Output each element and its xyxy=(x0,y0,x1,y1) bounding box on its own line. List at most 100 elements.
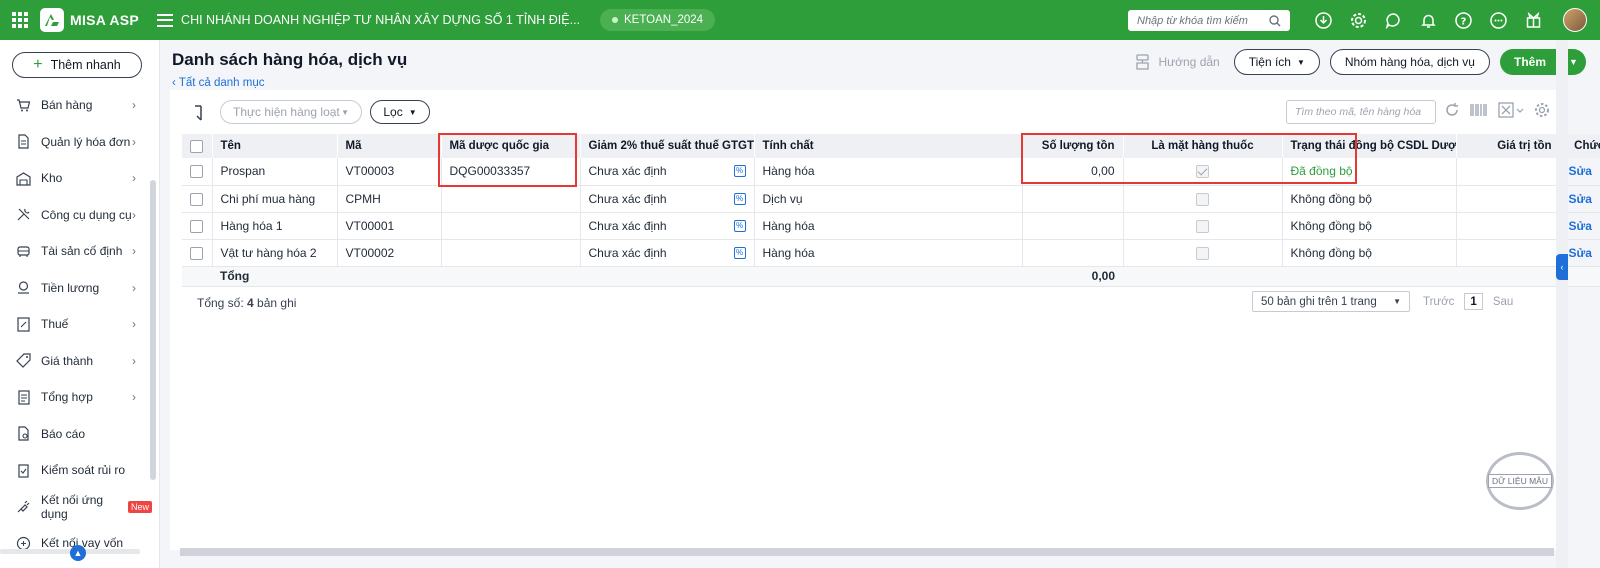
scroll-up-icon[interactable]: ▲ xyxy=(70,545,86,561)
sidebar-item-11[interactable]: Kết nối ứng dụng New xyxy=(0,489,152,526)
row-select-cell xyxy=(182,158,213,186)
quick-add-button[interactable]: + Thêm nhanh xyxy=(12,52,142,78)
total-spacer xyxy=(580,266,754,287)
cell-drug-code xyxy=(441,212,581,240)
sidebar-item-4[interactable]: Tài sản cố định › xyxy=(0,233,152,270)
vat-reduction-value: Chưa xác định xyxy=(588,218,667,233)
edit-link[interactable]: Sửa xyxy=(1569,219,1592,233)
percent-icon[interactable]: % xyxy=(733,219,746,232)
sidebar-item-2[interactable]: Kho › xyxy=(0,160,152,197)
summary-icon xyxy=(16,390,31,405)
table-row[interactable]: Hàng hóa 1 VT00001 Chưa xác định% Hàng hóa K… xyxy=(182,212,1600,240)
cell-is-drug xyxy=(1123,239,1283,267)
filter-button[interactable]: Lọc ▼ xyxy=(370,100,430,124)
next-page-button[interactable]: Sau xyxy=(1493,296,1513,308)
sort-icon[interactable] xyxy=(192,104,208,127)
row-checkbox[interactable] xyxy=(190,192,204,206)
app-logo[interactable]: MISA ASP xyxy=(40,8,139,32)
select-all-checkbox[interactable] xyxy=(190,139,204,153)
user-avatar[interactable] xyxy=(1563,8,1587,32)
grid-search-placeholder: Tìm theo mã, tên hàng hóa xyxy=(1295,106,1422,118)
sidebar-item-7[interactable]: Giá thành › xyxy=(0,343,152,380)
excel-export-icon[interactable] xyxy=(1498,102,1524,118)
page-size-label: 50 bản ghi trên 1 trang xyxy=(1261,295,1377,308)
hamburger-icon[interactable] xyxy=(157,13,174,27)
current-page[interactable]: 1 xyxy=(1464,293,1483,310)
expand-panel-icon[interactable]: ‹ xyxy=(1556,254,1568,280)
row-checkbox[interactable] xyxy=(190,165,204,179)
cell-quantity xyxy=(1022,239,1124,267)
column-header-is-drug[interactable]: Là mặt hàng thuốc xyxy=(1123,134,1283,158)
breadcrumb[interactable]: ‹ Tất cả danh mục xyxy=(172,77,265,89)
cell-sync-status: Không đồng bộ xyxy=(1282,239,1457,267)
percent-icon[interactable]: % xyxy=(733,192,746,205)
row-checkbox[interactable] xyxy=(190,246,204,260)
company-name[interactable]: CHI NHÁNH DOANH NGHIỆP TƯ NHÂN XÂY DỰNG … xyxy=(181,13,580,27)
add-button[interactable]: Thêm ▼ xyxy=(1499,49,1586,75)
cell-vat-reduction: Chưa xác định% xyxy=(580,239,755,267)
bulk-action-label: Thực hiện hàng loạt xyxy=(233,105,340,119)
sidebar-item-0[interactable]: Bán hàng › xyxy=(0,87,152,124)
page-size-select[interactable]: 50 bản ghi trên 1 trang ▼ xyxy=(1252,291,1410,312)
grid-search-input[interactable]: Tìm theo mã, tên hàng hóa xyxy=(1286,100,1436,124)
table-row[interactable]: Chi phí mua hàng CPMH Chưa xác định% Dịch v… xyxy=(182,185,1600,213)
table-row[interactable]: Prospan VT00003 DQG00033357 Chưa xác định% H… xyxy=(182,158,1600,186)
sidebar-item-5[interactable]: Tiền lương › xyxy=(0,270,152,307)
help-icon[interactable]: ? xyxy=(1454,11,1472,29)
refresh-icon[interactable] xyxy=(1444,102,1460,118)
cell-value xyxy=(1456,239,1561,267)
column-header-sync-status[interactable]: Trạng thái đồng bộ CSDL Dược xyxy=(1282,134,1457,158)
row-checkbox[interactable] xyxy=(190,219,204,233)
settings-gear-icon[interactable] xyxy=(1534,102,1550,118)
column-header-vat-reduction[interactable]: Giảm 2% thuế suất thuế GTGT xyxy=(580,134,755,158)
edit-link[interactable]: Sửa xyxy=(1569,164,1592,178)
is-drug-checkbox xyxy=(1196,192,1209,206)
sidebar-item-3[interactable]: Công cụ dụng cụ › xyxy=(0,197,152,234)
column-header-quantity[interactable]: Số lượng tồn xyxy=(1022,134,1124,158)
sidebar-item-10[interactable]: Kiểm soát rủi ro xyxy=(0,452,152,489)
sidebar-item-8[interactable]: Tổng hợp › xyxy=(0,379,152,416)
edit-link[interactable]: Sửa xyxy=(1569,192,1592,206)
filter-label: Lọc xyxy=(383,105,403,119)
download-icon[interactable] xyxy=(1314,11,1332,29)
gear-icon[interactable] xyxy=(1349,11,1367,29)
column-header-name[interactable]: Tên xyxy=(212,134,338,158)
horizontal-scrollbar[interactable] xyxy=(180,548,1554,556)
add-label: Thêm xyxy=(1513,55,1546,69)
global-search-input[interactable]: Nhập từ khóa tìm kiếm xyxy=(1128,10,1290,31)
bulk-action-button[interactable]: Thực hiện hàng loạt ▼ xyxy=(220,100,362,124)
percent-icon[interactable]: % xyxy=(733,246,746,259)
column-header-value[interactable]: Giá trị tồn xyxy=(1456,134,1561,158)
barcode-icon[interactable] xyxy=(1470,103,1488,117)
product-group-button[interactable]: Nhóm hàng hóa, dịch vụ xyxy=(1329,49,1490,75)
database-badge[interactable]: KETOAN_2024 xyxy=(600,9,716,31)
column-header-code[interactable]: Mã xyxy=(337,134,442,158)
column-header-nature[interactable]: Tính chất xyxy=(754,134,1023,158)
cell-nature: Dịch vụ xyxy=(754,185,1023,213)
chevron-right-icon: › xyxy=(132,134,136,149)
sidebar-scrollbar[interactable] xyxy=(150,180,156,480)
cell-quantity xyxy=(1022,212,1124,240)
caret-down-icon: ▼ xyxy=(1393,297,1401,306)
apps-grid-icon[interactable] xyxy=(0,0,40,40)
bell-icon[interactable] xyxy=(1419,11,1437,29)
table-row[interactable]: Vật tư hàng hóa 2 VT00002 Chưa xác định% Hà… xyxy=(182,239,1600,267)
tools-icon xyxy=(16,207,31,222)
sidebar: + Thêm nhanh Bán hàng › Quản lý hóa đơn › Kh… xyxy=(0,40,160,568)
sidebar-item-label: Quản lý hóa đơn xyxy=(41,134,131,149)
sample-data-stamp: DỮ LIỆU MẪU xyxy=(1486,452,1554,510)
guide-link[interactable]: Hướng dẫn xyxy=(1134,53,1220,71)
more-icon[interactable] xyxy=(1489,11,1507,29)
utilities-button[interactable]: Tiện ích ▼ xyxy=(1233,49,1320,75)
sidebar-item-9[interactable]: Báo cáo xyxy=(0,416,152,453)
sidebar-item-1[interactable]: Quản lý hóa đơn › xyxy=(0,124,152,161)
chat-icon[interactable] xyxy=(1384,11,1402,29)
cell-value xyxy=(1456,212,1561,240)
percent-icon[interactable]: % xyxy=(733,165,746,178)
edit-link[interactable]: Sửa xyxy=(1569,246,1592,260)
prev-page-button[interactable]: Trước xyxy=(1423,296,1454,308)
is-drug-checkbox xyxy=(1196,219,1209,233)
sidebar-item-6[interactable]: Thuế › xyxy=(0,306,152,343)
gift-icon[interactable] xyxy=(1524,11,1542,29)
column-header-drug-code[interactable]: Mã dược quốc gia xyxy=(441,134,581,158)
